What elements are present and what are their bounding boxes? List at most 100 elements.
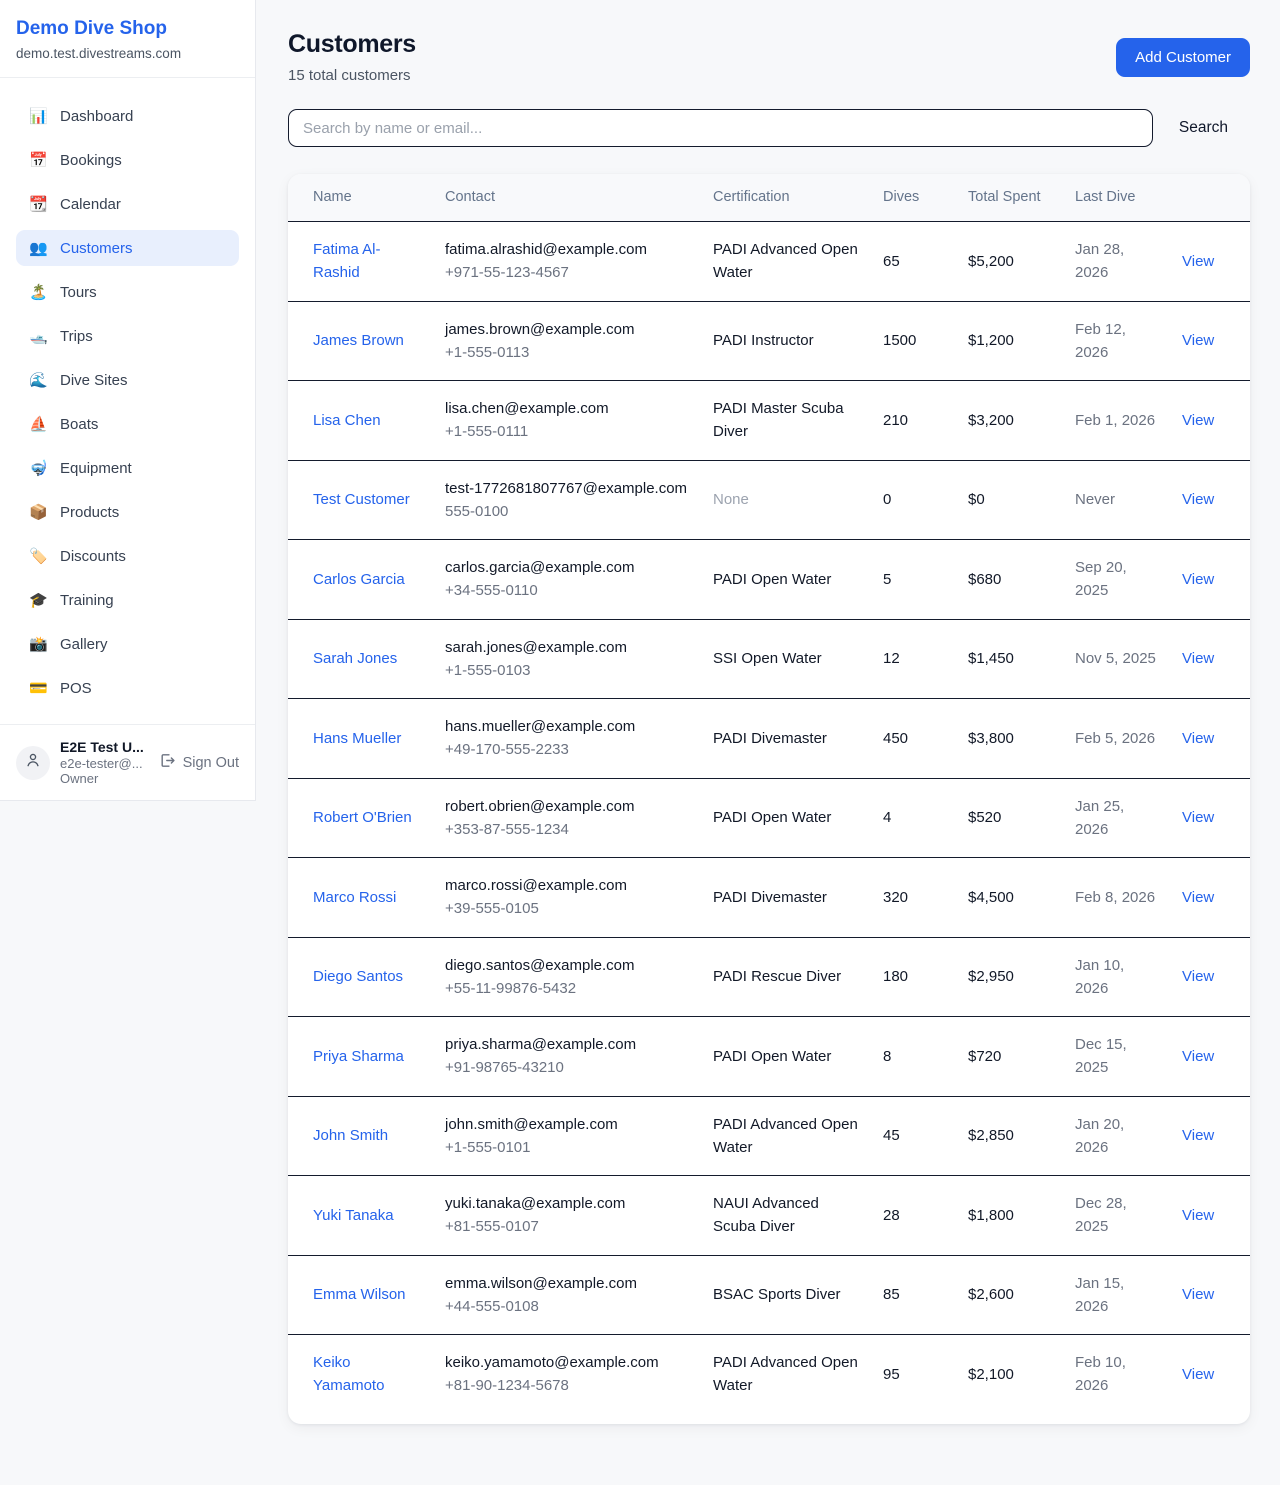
customer-name-link[interactable]: Keiko Yamamoto — [313, 1354, 384, 1394]
search-button[interactable]: Search — [1153, 119, 1250, 137]
customer-total-spent: $4,500 — [968, 889, 1014, 906]
customer-dives: 28 — [883, 1207, 900, 1224]
sidebar-item-equipment[interactable]: 🤿 Equipment — [16, 450, 239, 486]
customer-phone: +81-555-0107 — [445, 1215, 689, 1238]
customer-certification: PADI Master Scuba Diver — [713, 400, 844, 440]
customer-name-link[interactable]: Diego Santos — [313, 968, 403, 985]
boats-icon: ⛵ — [29, 417, 47, 432]
customer-name-link[interactable]: Lisa Chen — [313, 412, 381, 429]
view-link[interactable]: View — [1182, 730, 1214, 747]
view-link[interactable]: View — [1182, 1048, 1214, 1065]
discounts-icon: 🏷️ — [29, 549, 47, 564]
equipment-icon: 🤿 — [29, 461, 47, 476]
customer-certification: None — [713, 491, 749, 508]
customer-name-link[interactable]: Carlos Garcia — [313, 571, 405, 588]
customer-phone: +49-170-555-2233 — [445, 738, 689, 761]
customer-name-link[interactable]: Emma Wilson — [313, 1286, 406, 1303]
view-link[interactable]: View — [1182, 650, 1214, 667]
customer-name-link[interactable]: Yuki Tanaka — [313, 1207, 394, 1224]
sidebar-item-dashboard[interactable]: 📊 Dashboard — [16, 98, 239, 134]
customer-dives: 5 — [883, 571, 891, 588]
customer-last-dive: Jan 10, 2026 — [1075, 957, 1124, 997]
view-link[interactable]: View — [1182, 889, 1214, 906]
sidebar-item-bookings[interactable]: 📅 Bookings — [16, 142, 239, 178]
customer-name-link[interactable]: Marco Rossi — [313, 889, 396, 906]
view-link[interactable]: View — [1182, 412, 1214, 429]
table-row: Hans Mueller hans.mueller@example.com +4… — [288, 699, 1250, 779]
column-header-dives: Dives — [871, 174, 956, 222]
customer-email: marco.rossi@example.com — [445, 874, 689, 897]
view-link[interactable]: View — [1182, 332, 1214, 349]
customer-name-link[interactable]: Priya Sharma — [313, 1048, 404, 1065]
customer-dives: 210 — [883, 412, 908, 429]
sidebar-item-calendar[interactable]: 📆 Calendar — [16, 186, 239, 222]
view-link[interactable]: View — [1182, 809, 1214, 826]
sidebar-item-discounts[interactable]: 🏷️ Discounts — [16, 538, 239, 574]
sidebar-item-gallery[interactable]: 📸 Gallery — [16, 626, 239, 662]
training-icon: 🎓 — [29, 593, 47, 608]
customer-dives: 4 — [883, 809, 891, 826]
customer-name-link[interactable]: Fatima Al-Rashid — [313, 241, 381, 281]
customer-total-spent: $2,600 — [968, 1286, 1014, 1303]
customer-total-spent: $680 — [968, 571, 1001, 588]
sidebar-item-dive-sites[interactable]: 🌊 Dive Sites — [16, 362, 239, 398]
customer-name-link[interactable]: Sarah Jones — [313, 650, 397, 667]
view-link[interactable]: View — [1182, 1286, 1214, 1303]
customer-phone: +39-555-0105 — [445, 897, 689, 920]
view-link[interactable]: View — [1182, 571, 1214, 588]
customer-name-link[interactable]: James Brown — [313, 332, 404, 349]
view-link[interactable]: View — [1182, 968, 1214, 985]
customer-last-dive: Sep 20, 2025 — [1075, 559, 1127, 599]
customer-last-dive: Feb 8, 2026 — [1075, 889, 1155, 906]
sidebar-item-customers[interactable]: 👥 Customers — [16, 230, 239, 266]
view-link[interactable]: View — [1182, 491, 1214, 508]
user-block: E2E Test U... e2e-tester@... Owner — [60, 739, 149, 786]
customer-email: james.brown@example.com — [445, 318, 689, 341]
search-input[interactable] — [288, 109, 1153, 147]
customer-total-spent: $2,950 — [968, 968, 1014, 985]
customer-name-link[interactable]: Test Customer — [313, 491, 410, 508]
customer-email: yuki.tanaka@example.com — [445, 1192, 689, 1215]
table-row: James Brown james.brown@example.com +1-5… — [288, 301, 1250, 381]
view-link[interactable]: View — [1182, 1207, 1214, 1224]
sidebar-item-tours[interactable]: 🏝️ Tours — [16, 274, 239, 310]
view-link[interactable]: View — [1182, 1127, 1214, 1144]
calendar-icon: 📆 — [29, 197, 47, 212]
sign-out-button[interactable]: Sign Out — [159, 752, 239, 773]
customer-certification: NAUI Advanced Scuba Diver — [713, 1195, 819, 1235]
customer-total-spent: $720 — [968, 1048, 1001, 1065]
customer-dives: 1500 — [883, 332, 916, 349]
table-row: Lisa Chen lisa.chen@example.com +1-555-0… — [288, 381, 1250, 461]
gallery-icon: 📸 — [29, 637, 47, 652]
customer-certification: PADI Open Water — [713, 571, 831, 588]
customer-last-dive: Dec 28, 2025 — [1075, 1195, 1127, 1235]
view-link[interactable]: View — [1182, 1366, 1214, 1383]
customer-dives: 12 — [883, 650, 900, 667]
customer-name-link[interactable]: Hans Mueller — [313, 730, 401, 747]
table-row: Priya Sharma priya.sharma@example.com +9… — [288, 1017, 1250, 1097]
customer-name-link[interactable]: John Smith — [313, 1127, 388, 1144]
sidebar-item-training[interactable]: 🎓 Training — [16, 582, 239, 618]
customer-email: priya.sharma@example.com — [445, 1033, 689, 1056]
customer-name-link[interactable]: Robert O'Brien — [313, 809, 412, 826]
avatar — [16, 746, 50, 780]
add-customer-button[interactable]: Add Customer — [1116, 38, 1250, 77]
table-row: Robert O'Brien robert.obrien@example.com… — [288, 778, 1250, 858]
customer-last-dive: Feb 5, 2026 — [1075, 730, 1155, 747]
customer-certification: PADI Divemaster — [713, 730, 827, 747]
customer-dives: 45 — [883, 1127, 900, 1144]
sidebar-item-pos[interactable]: 💳 POS — [16, 670, 239, 706]
sidebar-item-boats[interactable]: ⛵ Boats — [16, 406, 239, 442]
customer-email: emma.wilson@example.com — [445, 1272, 689, 1295]
customers-table-card: NameContactCertificationDivesTotal Spent… — [288, 174, 1250, 1424]
view-link[interactable]: View — [1182, 253, 1214, 270]
sidebar-item-trips[interactable]: 🛥️ Trips — [16, 318, 239, 354]
sidebar-item-products[interactable]: 📦 Products — [16, 494, 239, 530]
column-header-certification: Certification — [701, 174, 871, 222]
customer-last-dive: Jan 28, 2026 — [1075, 241, 1124, 281]
page-header: Customers 15 total customers Add Custome… — [288, 30, 1250, 84]
customer-certification: PADI Advanced Open Water — [713, 1116, 858, 1156]
customer-email: diego.santos@example.com — [445, 954, 689, 977]
column-header-contact: Contact — [433, 174, 701, 222]
customers-icon: 👥 — [29, 241, 47, 256]
